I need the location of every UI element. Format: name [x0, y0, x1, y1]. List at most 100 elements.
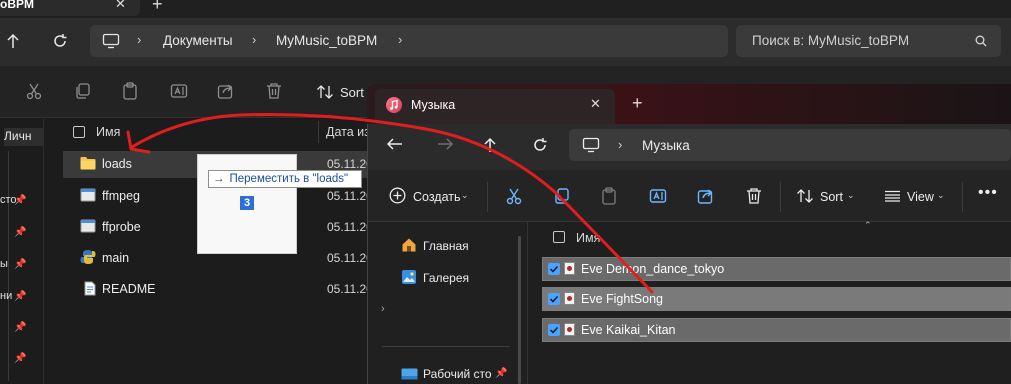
rename-icon[interactable] [170, 82, 188, 100]
up-arrow-icon[interactable] [483, 137, 497, 153]
view-list-icon[interactable] [884, 190, 901, 202]
python-file-icon [80, 249, 96, 265]
video-file-icon [564, 292, 575, 305]
copy-icon[interactable] [74, 82, 92, 100]
file-name[interactable]: ffprobe [102, 220, 141, 234]
file-name[interactable]: ffmpeg [102, 189, 140, 203]
pin-icon: 📌 [14, 322, 27, 333]
rename-icon[interactable] [649, 187, 667, 205]
column-header-date[interactable]: Дата из [326, 125, 370, 139]
back-search-placeholder: Поиск в: MyMusic_toBPM [752, 33, 910, 48]
front-new-tab-icon[interactable]: + [632, 93, 643, 114]
search-icon[interactable] [975, 35, 987, 47]
executable-icon [80, 219, 96, 233]
back-up-arrow-icon[interactable] [6, 33, 20, 49]
toolbar-divider [962, 182, 963, 212]
checkbox-checked-icon[interactable] [548, 324, 560, 336]
breadcrumb-separator-icon: › [618, 137, 623, 152]
delete-icon[interactable] [265, 82, 283, 100]
front-tab-close-icon[interactable]: ✕ [590, 96, 601, 112]
more-options-icon[interactable]: ••• [978, 184, 998, 202]
sort-caret-icon: ⌃ [864, 220, 872, 230]
back-nav-item[interactable]: ы [0, 258, 8, 270]
executable-icon [80, 188, 96, 202]
back-nav-selected-label: Личн [4, 129, 32, 143]
view-button[interactable]: View [907, 190, 934, 204]
back-nav-divider [8, 151, 9, 381]
file-date: 05.11.20 [327, 189, 373, 203]
back-arrow-icon[interactable] [386, 137, 404, 151]
nav-item-gallery[interactable]: Галерея [423, 271, 469, 285]
breadcrumb-separator-icon: › [252, 32, 257, 47]
video-file-icon [564, 323, 575, 336]
video-file-icon [564, 262, 575, 275]
pin-icon: 📌 [14, 195, 27, 206]
breadcrumb-mymusic[interactable]: MyMusic_toBPM [276, 33, 377, 48]
sort-icon[interactable] [316, 84, 334, 100]
computer-icon [102, 33, 120, 49]
file-name[interactable]: README [102, 282, 155, 296]
drag-move-tooltip: → Переместить в "loads" [208, 170, 362, 188]
sort-button[interactable]: Sort [820, 190, 843, 204]
front-address-bar[interactable] [569, 129, 1011, 161]
create-button[interactable]: Создать [413, 190, 461, 204]
back-refresh-icon[interactable] [52, 33, 68, 49]
forward-arrow-icon[interactable] [436, 137, 454, 151]
checkbox-checked-icon[interactable] [548, 293, 560, 305]
share-icon[interactable] [697, 187, 715, 205]
pin-icon: 📌 [14, 353, 27, 364]
breadcrumb-expand-icon[interactable]: › [398, 32, 402, 47]
file-name[interactable]: loads [102, 157, 132, 171]
breadcrumb-documents[interactable]: Документы [163, 33, 233, 48]
file-date: 05.11.20 [327, 282, 373, 296]
drag-move-label: Переместить в "loads" [229, 173, 349, 185]
file-date: 05.11.20 [327, 157, 373, 171]
chevron-right-icon[interactable]: › [381, 303, 385, 315]
select-all-checkbox[interactable] [553, 231, 565, 243]
chevron-down-icon[interactable]: ⌄ [937, 190, 945, 201]
nav-scrollbar[interactable] [518, 236, 521, 384]
sort-icon[interactable] [796, 188, 814, 204]
checkbox-checked-icon[interactable] [548, 263, 560, 275]
file-date: 05.11.20 [327, 251, 373, 265]
pin-icon: 📌 [495, 368, 508, 379]
back-sort-button[interactable]: Sort [340, 85, 364, 100]
select-all-checkbox[interactable] [73, 126, 85, 138]
pin-icon: 📌 [14, 291, 27, 302]
drag-count-badge: 3 [240, 196, 254, 210]
breadcrumb-music[interactable]: Музыка [642, 138, 690, 153]
back-new-tab-icon[interactable]: + [152, 0, 163, 15]
back-nav-item[interactable]: ни [0, 290, 12, 302]
file-name[interactable]: Eve FightSong [581, 292, 663, 306]
drag-arrow-icon: → [213, 173, 225, 185]
front-tab-title: Музыка [411, 98, 456, 112]
column-header-name[interactable]: Имя [576, 231, 600, 245]
paste-icon[interactable] [600, 187, 618, 205]
cut-icon[interactable] [505, 187, 523, 205]
refresh-icon[interactable] [532, 137, 548, 153]
pin-icon: 📌 [14, 259, 27, 270]
share-icon[interactable] [217, 82, 235, 100]
back-nav-pane [0, 119, 44, 384]
file-name[interactable]: main [102, 251, 129, 265]
back-tab-title: oBPM [0, 0, 34, 11]
nav-item-home[interactable]: Главная [423, 239, 469, 253]
file-name[interactable]: Eve Demon_dance_tokyo [581, 262, 724, 276]
create-plus-icon[interactable] [389, 187, 406, 204]
column-header-name[interactable]: Имя [96, 125, 120, 139]
nav-item-desktop[interactable]: Рабочий сто [423, 367, 492, 381]
cut-icon[interactable] [25, 82, 43, 100]
chevron-down-icon[interactable]: ⌄ [847, 190, 855, 201]
chevron-down-icon[interactable]: ⌄ [461, 190, 469, 201]
delete-icon[interactable] [745, 187, 763, 205]
copy-icon[interactable] [553, 187, 571, 205]
back-tab-close-icon[interactable]: ✕ [115, 0, 126, 12]
pin-icon: 📌 [14, 227, 27, 238]
paste-icon[interactable] [121, 82, 139, 100]
home-icon [401, 237, 417, 253]
column-divider[interactable] [318, 121, 319, 143]
file-name[interactable]: Eve Kaikai_Kitan [581, 323, 676, 337]
breadcrumb-separator-icon: › [137, 32, 142, 47]
nav-divider [382, 346, 510, 347]
computer-icon [582, 137, 600, 153]
